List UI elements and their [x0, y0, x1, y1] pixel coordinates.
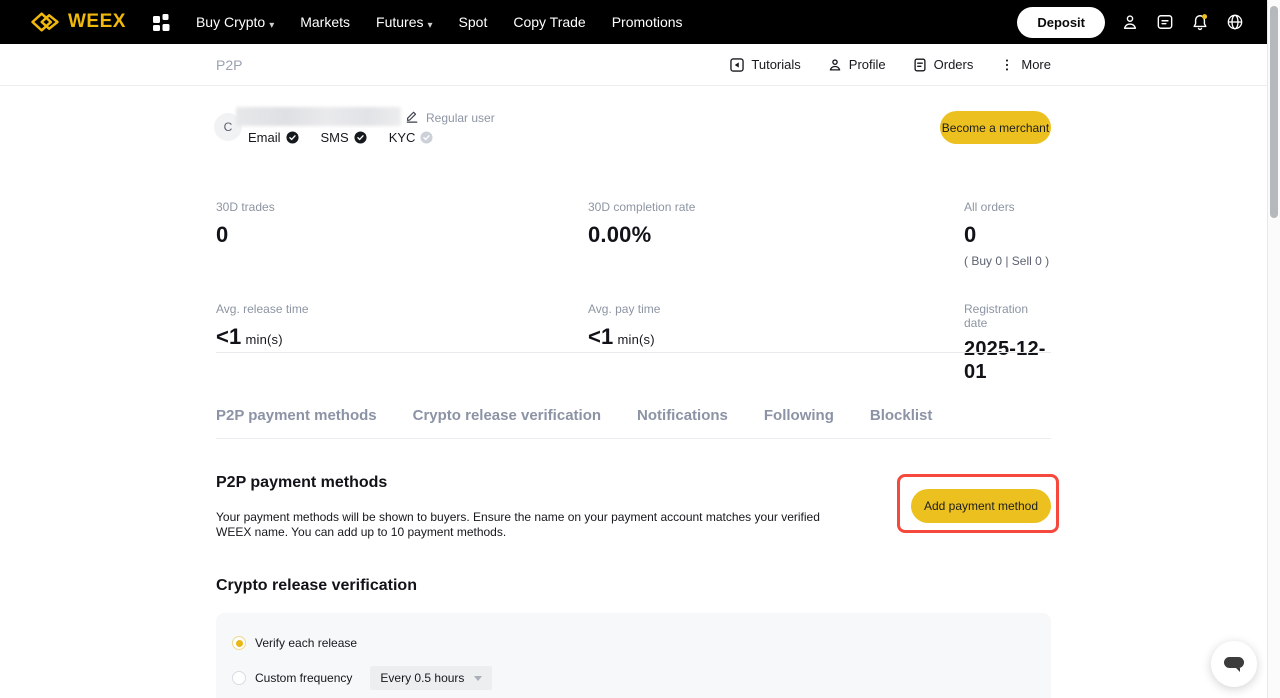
- check-verified-icon: [354, 131, 367, 144]
- tab-notifications[interactable]: Notifications: [637, 407, 728, 424]
- nav-item-copy-trade[interactable]: Copy Trade: [513, 14, 585, 30]
- weex-p2p-profile-page: WEEX Buy Crypto Markets Futures Spot Cop…: [0, 0, 1280, 698]
- language-globe-icon[interactable]: [1225, 12, 1245, 32]
- nav-item-markets[interactable]: Markets: [300, 14, 350, 30]
- nav-item-buy-crypto[interactable]: Buy Crypto: [196, 14, 274, 30]
- subheader-links: Tutorials Profile Orders: [729, 57, 1051, 73]
- chevron-down-icon: [474, 676, 482, 681]
- page-subheader: P2P Tutorials Profile: [0, 44, 1267, 86]
- divider: [216, 352, 1051, 353]
- radio-unselected-icon: [232, 671, 246, 685]
- radio-verify-each-release[interactable]: Verify each release: [232, 636, 357, 650]
- stat-avg-release-time: Avg. release time <1min(s): [216, 302, 588, 384]
- orders-icon: [912, 57, 928, 73]
- profile-icon: [827, 57, 843, 73]
- edit-nickname-icon[interactable]: [405, 109, 419, 123]
- app-grid-icon[interactable]: [150, 11, 172, 33]
- verification-row: Email SMS KYC: [248, 130, 433, 145]
- brand-name: WEEX: [68, 11, 126, 33]
- orders-link[interactable]: Orders: [912, 57, 974, 73]
- add-payment-method-button[interactable]: Add payment method: [911, 489, 1051, 523]
- tab-blocklist[interactable]: Blocklist: [870, 407, 933, 424]
- top-navbar: WEEX Buy Crypto Markets Futures Spot Cop…: [0, 0, 1267, 44]
- chevron-down-icon: [428, 14, 433, 30]
- become-merchant-button[interactable]: Become a merchant: [940, 111, 1051, 144]
- payment-methods-heading: P2P payment methods: [216, 474, 387, 492]
- nav-item-promotions[interactable]: Promotions: [612, 14, 683, 30]
- stat-30d-completion-rate: 30D completion rate 0.00%: [588, 200, 964, 268]
- divider: [216, 438, 1051, 439]
- chat-widget-button[interactable]: [1211, 641, 1257, 687]
- email-verification: Email: [248, 130, 299, 145]
- username-blurred: [236, 107, 401, 126]
- radio-selected-icon: [232, 636, 246, 650]
- crypto-release-heading: Crypto release verification: [216, 577, 417, 595]
- tab-crypto-release-verification[interactable]: Crypto release verification: [413, 407, 601, 424]
- stat-registration-date: Registration date 2025-12-01: [964, 302, 1051, 384]
- more-dots-icon: [999, 57, 1015, 73]
- chat-bubble-icon: [1221, 652, 1247, 676]
- stats-grid: 30D trades 0 30D completion rate 0.00% A…: [216, 200, 1051, 384]
- frequency-dropdown[interactable]: Every 0.5 hours: [370, 666, 492, 690]
- tutorials-link[interactable]: Tutorials: [729, 57, 800, 73]
- scrollbar: [1267, 0, 1280, 698]
- nav-item-spot[interactable]: Spot: [459, 14, 488, 30]
- stat-all-orders: All orders 0 ( Buy 0 | Sell 0 ): [964, 200, 1051, 268]
- chevron-down-icon: [269, 14, 274, 30]
- weex-logo[interactable]: WEEX: [30, 11, 126, 33]
- navbar-right: Deposit: [1017, 7, 1245, 38]
- buy-sell-breakdown: ( Buy 0 | Sell 0 ): [964, 254, 1051, 268]
- profile-link[interactable]: Profile: [827, 57, 886, 73]
- check-verified-icon: [286, 131, 299, 144]
- scrollbar-thumb[interactable]: [1270, 6, 1278, 218]
- frequency-value: Every 0.5 hours: [380, 671, 464, 685]
- more-link[interactable]: More: [999, 57, 1051, 73]
- settings-tabs: P2P payment methods Crypto release verif…: [216, 407, 932, 424]
- weex-logo-icon: [30, 11, 60, 33]
- message-icon[interactable]: [1155, 12, 1175, 32]
- check-unverified-icon: [420, 131, 433, 144]
- payment-methods-description: Your payment methods will be shown to bu…: [216, 510, 838, 540]
- breadcrumb: P2P: [216, 57, 242, 73]
- nav-item-futures[interactable]: Futures: [376, 14, 433, 30]
- radio-custom-frequency[interactable]: Custom frequency Every 0.5 hours: [232, 666, 492, 690]
- notification-bell-icon: [1190, 12, 1210, 32]
- user-level-badge: Regular user: [426, 111, 495, 125]
- sms-verification: SMS: [321, 130, 367, 145]
- notification-bell-wrap[interactable]: [1190, 12, 1210, 32]
- kyc-verification: KYC: [389, 130, 434, 145]
- stat-avg-pay-time: Avg. pay time <1min(s): [588, 302, 964, 384]
- tutorials-icon: [729, 57, 745, 73]
- stat-30d-trades: 30D trades 0: [216, 200, 588, 268]
- account-icon[interactable]: [1120, 12, 1140, 32]
- main-nav: Buy Crypto Markets Futures Spot Copy Tra…: [196, 14, 683, 30]
- tab-following[interactable]: Following: [764, 407, 834, 424]
- deposit-button[interactable]: Deposit: [1017, 7, 1105, 38]
- tab-p2p-payment-methods[interactable]: P2P payment methods: [216, 407, 377, 424]
